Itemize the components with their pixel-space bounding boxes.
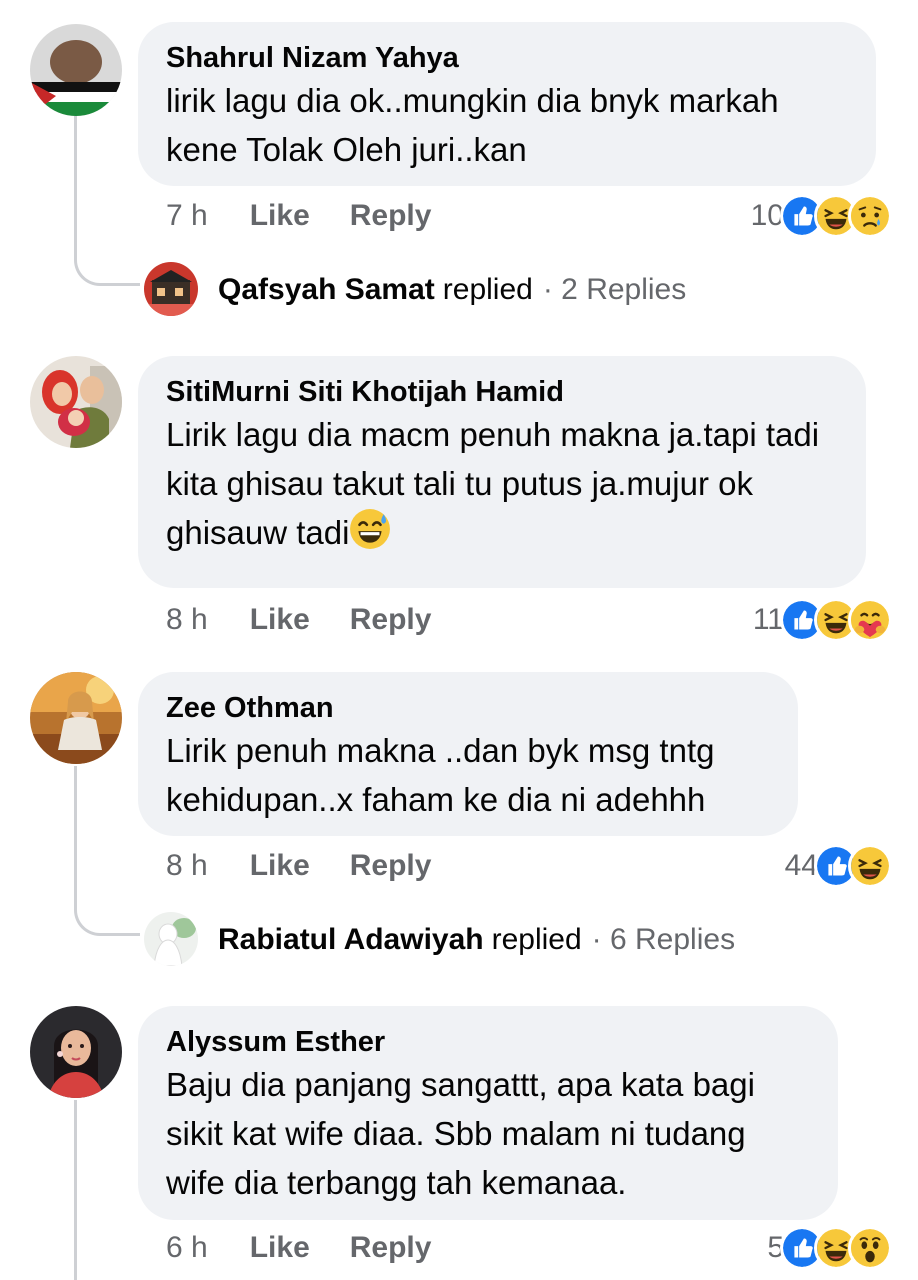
replies-count: · 6 Replies <box>591 923 736 956</box>
replier-avatar[interactable] <box>144 912 198 966</box>
like-button[interactable]: Like <box>250 199 310 233</box>
comment-author[interactable]: Alyssum Esther <box>166 1024 808 1060</box>
thread-line <box>74 116 77 256</box>
view-replies-link[interactable]: Rabiatul Adawiyah replied · 6 Replies <box>218 920 735 960</box>
like-button[interactable]: Like <box>250 849 310 883</box>
reaction-count: 10 <box>750 199 784 232</box>
comment-text: lirik lagu dia ok..mungkin dia bnyk mark… <box>166 82 779 168</box>
comment-text: Baju dia panjang sangattt, apa kata bagi… <box>166 1066 755 1201</box>
reply-button[interactable]: Reply <box>350 1231 432 1265</box>
timestamp[interactable]: 6 h <box>166 1231 208 1265</box>
timestamp[interactable]: 8 h <box>166 603 208 637</box>
reaction-count: 44 <box>784 849 818 882</box>
timestamp[interactable]: 7 h <box>166 199 208 233</box>
reply-button[interactable]: Reply <box>350 199 432 233</box>
replies-count: · 2 Replies <box>542 273 687 306</box>
laughing-icon <box>848 844 892 888</box>
like-button[interactable]: Like <box>250 1231 310 1265</box>
comment-author[interactable]: SitiMurni Siti Khotijah Hamid <box>166 374 836 410</box>
reply-button[interactable]: Reply <box>350 603 432 637</box>
replier-avatar[interactable] <box>144 262 198 316</box>
replied-text: replied <box>491 923 582 956</box>
avatar[interactable] <box>30 672 122 764</box>
comment-text-wrapper: Lirik lagu dia macm penuh makna ja.tapi … <box>166 410 836 557</box>
comment-author[interactable]: Shahrul Nizam Yahya <box>166 40 846 76</box>
thread-line <box>74 766 77 906</box>
like-button[interactable]: Like <box>250 603 310 637</box>
wow-icon <box>848 1226 892 1270</box>
comment-actions: 8 h Like Reply <box>166 600 431 640</box>
replier-name: Qafsyah Samat <box>218 273 435 306</box>
reaction-summary[interactable]: 44 <box>785 844 892 888</box>
sweat-smile-icon <box>350 509 391 549</box>
comment-bubble: Zee Othman Lirik penuh makna ..dan byk m… <box>138 672 798 836</box>
comment-author[interactable]: Zee Othman <box>166 690 768 726</box>
reaction-summary[interactable]: 5 <box>767 1226 892 1270</box>
comment-actions: 7 h Like Reply <box>166 196 431 236</box>
reply-button[interactable]: Reply <box>350 849 432 883</box>
avatar[interactable] <box>30 24 122 116</box>
replied-text: replied <box>442 273 533 306</box>
comment-text: Lirik lagu dia macm penuh makna ja.tapi … <box>166 416 820 551</box>
thread-curve <box>74 906 140 936</box>
care-icon <box>848 598 892 642</box>
comment-bubble: Alyssum Esther Baju dia panjang sangattt… <box>138 1006 838 1220</box>
view-replies-link[interactable]: Qafsyah Samat replied · 2 Replies <box>218 270 686 310</box>
comment-bubble: Shahrul Nizam Yahya lirik lagu dia ok..m… <box>138 22 876 186</box>
avatar[interactable] <box>30 356 122 448</box>
thread-curve <box>74 256 140 286</box>
reaction-summary[interactable]: 10 <box>751 194 892 238</box>
reaction-summary[interactable]: 11 <box>753 598 892 642</box>
comment-text: Lirik penuh makna ..dan byk msg tntg keh… <box>166 732 715 818</box>
comment-actions: 8 h Like Reply <box>166 846 431 886</box>
sad-icon <box>848 194 892 238</box>
comment-actions: 6 h Like Reply <box>166 1228 431 1268</box>
comment-bubble: SitiMurni Siti Khotijah Hamid Lirik lagu… <box>138 356 866 588</box>
replier-name: Rabiatul Adawiyah <box>218 923 484 956</box>
thread-line <box>74 1100 77 1280</box>
avatar[interactable] <box>30 1006 122 1098</box>
timestamp[interactable]: 8 h <box>166 849 208 883</box>
